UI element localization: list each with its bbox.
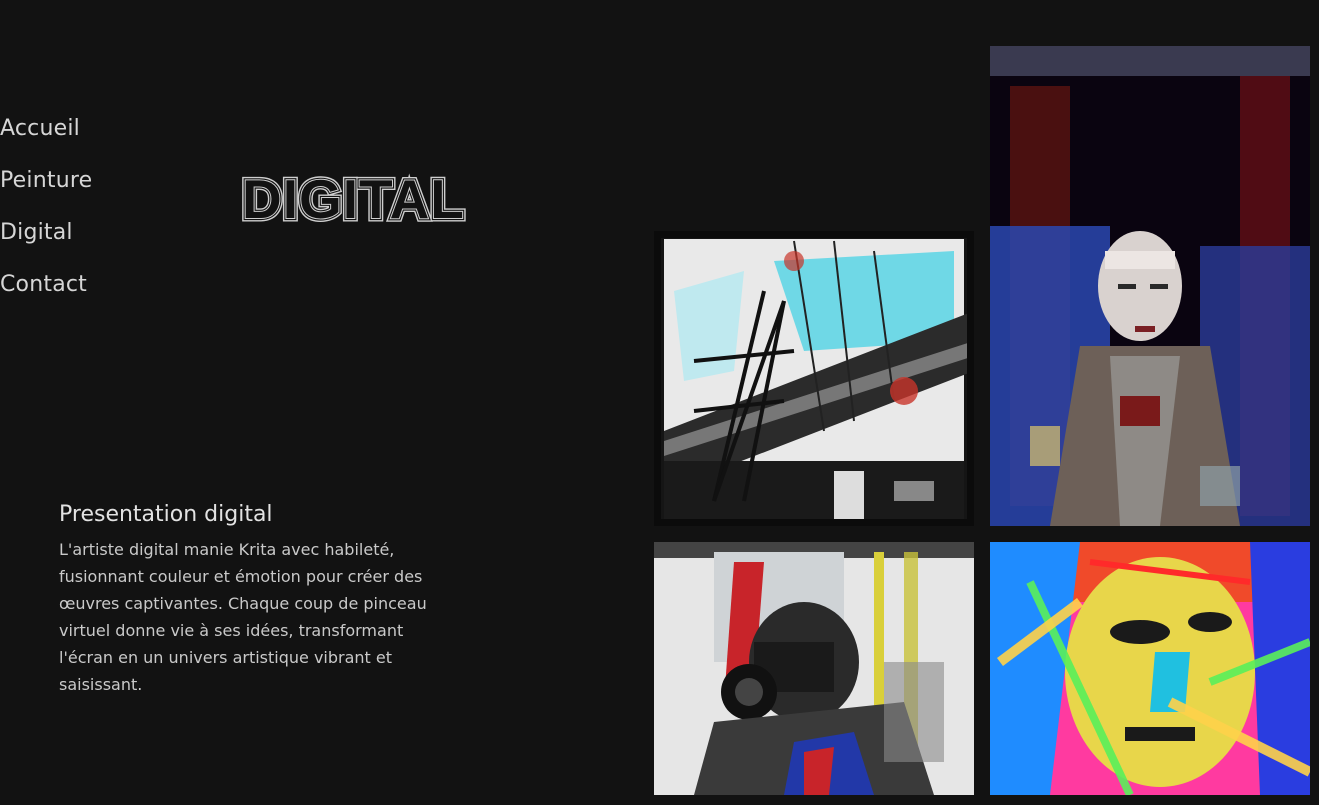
presentation-heading: Presentation digital — [59, 502, 273, 527]
nav-item-accueil[interactable]: Accueil — [0, 103, 92, 155]
nav-item-peinture[interactable]: Peinture — [0, 155, 92, 207]
presentation-line: saisissant. — [59, 675, 143, 694]
geisha-artwork[interactable] — [990, 46, 1310, 526]
presentation-line: L'artiste digital manie Krita avec habil… — [59, 540, 395, 559]
page: Accueil Peinture Digital Contact DIGITAL… — [0, 0, 1319, 805]
presentation-line: œuvres captivantes. Chaque coup de pince… — [59, 594, 427, 613]
main-nav: Accueil Peinture Digital Contact — [0, 103, 92, 311]
presentation-text: L'artiste digital manie Krita avec habil… — [59, 536, 489, 698]
presentation-section: Presentation digital L'artiste digital m… — [59, 500, 489, 698]
page-title: DIGITAL DIGITAL DIGITAL DIGITAL — [240, 170, 502, 224]
photographer-artwork[interactable] — [654, 542, 974, 795]
bridge-artwork[interactable] — [654, 231, 974, 526]
presentation-line: fusionnant couleur et émotion pour créer… — [59, 567, 423, 586]
page-title-graphic: DIGITAL DIGITAL DIGITAL DIGITAL — [240, 170, 467, 224]
page-title-text-inner: DIGITAL — [242, 170, 465, 224]
colorful-face-artwork[interactable] — [990, 542, 1310, 795]
presentation-line: virtuel donne vie à ses idées, transform… — [59, 621, 404, 640]
nav-item-digital[interactable]: Digital — [0, 207, 92, 259]
nav-item-contact[interactable]: Contact — [0, 259, 92, 311]
presentation-line: l'écran en un univers artistique vibrant… — [59, 648, 393, 667]
